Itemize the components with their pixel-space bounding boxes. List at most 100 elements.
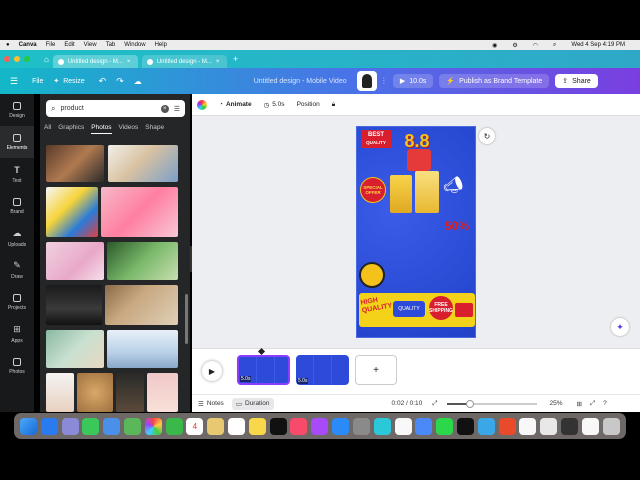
photo-thumb[interactable]: [77, 373, 113, 412]
refresh-icon[interactable]: ↻: [479, 128, 495, 144]
bottom-banner[interactable]: HIGH QUALITY QUALITY FREE SHIPPING: [359, 293, 475, 327]
quality-seal[interactable]: [359, 262, 385, 288]
finder-icon[interactable]: [19, 417, 37, 435]
textedit-icon[interactable]: [540, 417, 558, 435]
zoom-slider[interactable]: [447, 399, 538, 408]
menu-hamburger-icon[interactable]: ☰: [10, 76, 18, 87]
menu-file[interactable]: File: [46, 42, 56, 48]
wifi-icon[interactable]: ◠: [533, 42, 538, 49]
menu-window[interactable]: Window: [124, 42, 145, 48]
menu-edit[interactable]: Edit: [64, 42, 74, 48]
search-menubar-icon[interactable]: ⌕: [553, 42, 556, 49]
undo-icon[interactable]: ↶: [99, 76, 107, 87]
control-center-icon[interactable]: ⚙: [512, 42, 517, 49]
megaphone-icon[interactable]: 📣︎: [443, 175, 465, 195]
app-icon[interactable]: [498, 417, 516, 435]
clock-text[interactable]: Wed 4 Sep 4:19 PM: [571, 42, 625, 48]
best-quality-badge[interactable]: BEST QUALITY: [361, 130, 391, 148]
photo-thumb[interactable]: [147, 373, 178, 412]
minimize-window-icon[interactable]: [14, 56, 20, 62]
share-button[interactable]: ⇪ Share: [555, 74, 598, 88]
photo-thumb[interactable]: [105, 285, 178, 325]
calendar-icon[interactable]: 4: [186, 417, 204, 435]
color-wheel-icon[interactable]: [197, 99, 207, 110]
photo-thumb[interactable]: [116, 373, 144, 412]
page-duration-button[interactable]: ◷ 5.0s: [264, 101, 285, 109]
cloud-saved-icon[interactable]: ☁: [134, 77, 142, 86]
timeline-play-button[interactable]: ▶: [202, 361, 222, 381]
record-icon[interactable]: ◉: [492, 42, 497, 49]
appstore-icon[interactable]: [332, 417, 350, 435]
trash-icon[interactable]: [602, 417, 620, 435]
rail-item-projects[interactable]: Projects: [0, 286, 34, 318]
rail-item-draw[interactable]: ✎ Draw: [0, 254, 34, 286]
photo-thumb[interactable]: [46, 330, 104, 368]
rail-item-photos[interactable]: Photos: [0, 350, 34, 382]
clip-1[interactable]: 5.0s: [237, 355, 290, 385]
analytics-icon[interactable]: ⫶: [383, 76, 385, 87]
document-icon[interactable]: [581, 417, 599, 435]
photo-thumb[interactable]: [101, 187, 178, 237]
zoom-app-icon[interactable]: [415, 417, 433, 435]
telegram-icon[interactable]: [477, 417, 495, 435]
rail-item-text[interactable]: T Text: [0, 158, 34, 190]
safari-icon[interactable]: [40, 417, 58, 435]
mail-icon[interactable]: [103, 417, 121, 435]
fullscreen-icon[interactable]: ⤢: [590, 400, 595, 408]
rail-item-apps[interactable]: ⊞ Apps: [0, 318, 34, 350]
menu-app[interactable]: Canva: [19, 42, 37, 48]
browser-tab-2[interactable]: Untitled design - M... ×: [141, 55, 227, 68]
close-tab-icon[interactable]: ×: [127, 59, 131, 65]
clip-2[interactable]: 5.0s: [296, 355, 349, 385]
design-page[interactable]: BEST QUALITY 8.8 SPECIAL OFFER 📣︎ 50% HIG…: [356, 126, 476, 338]
grid-view-icon[interactable]: ⊞: [577, 400, 582, 408]
product-bag-2[interactable]: [415, 171, 439, 213]
help-icon[interactable]: ?: [603, 400, 607, 407]
menu-view[interactable]: View: [84, 42, 97, 48]
clear-search-icon[interactable]: ×: [160, 104, 169, 113]
photo-thumb[interactable]: [46, 373, 74, 412]
magic-assistant-icon[interactable]: ✦: [611, 318, 629, 336]
preview-icon[interactable]: [519, 417, 537, 435]
rail-item-elements[interactable]: Elements: [0, 126, 34, 158]
tab-photos[interactable]: Photos: [91, 124, 112, 134]
photo-thumb[interactable]: [108, 145, 178, 182]
maximize-window-icon[interactable]: [24, 56, 30, 62]
close-tab-icon[interactable]: ×: [216, 59, 220, 65]
music-icon[interactable]: [290, 417, 308, 435]
animate-button[interactable]: ◔ Animate: [219, 101, 252, 108]
filter-icon[interactable]: ☰: [174, 105, 180, 113]
contacts-icon[interactable]: [207, 417, 225, 435]
tab-graphics[interactable]: Graphics: [58, 124, 84, 134]
lock-icon[interactable]: 🔒︎: [332, 101, 335, 109]
gift-box-graphic[interactable]: [407, 149, 431, 171]
new-tab-button[interactable]: +: [233, 54, 238, 64]
search-input[interactable]: product: [60, 105, 155, 112]
appletv-icon[interactable]: [269, 417, 287, 435]
menu-tab[interactable]: Tab: [106, 42, 116, 48]
rail-item-uploads[interactable]: ☁ Uploads: [0, 222, 34, 254]
whatsapp-icon[interactable]: [436, 417, 454, 435]
photo-thumb[interactable]: [107, 330, 178, 368]
file-button[interactable]: File: [32, 78, 43, 85]
percent-text[interactable]: 50%: [445, 219, 475, 241]
notes-app-icon[interactable]: [248, 417, 266, 435]
menu-help[interactable]: Help: [155, 42, 167, 48]
maps-icon[interactable]: [123, 417, 141, 435]
notes-button[interactable]: ☰ Notes: [198, 400, 224, 408]
capcut-icon[interactable]: [456, 417, 474, 435]
add-page-button[interactable]: +: [355, 355, 397, 385]
photo-thumb[interactable]: [46, 285, 102, 325]
rail-item-brand[interactable]: Brand: [0, 190, 34, 222]
photo-thumb[interactable]: [46, 187, 98, 237]
photo-thumb[interactable]: [107, 242, 178, 280]
photo-thumb[interactable]: [46, 145, 104, 182]
resize-button[interactable]: ✦ Resize: [53, 77, 84, 86]
launchpad-icon[interactable]: [61, 417, 79, 435]
duration-toggle[interactable]: ▭ Duration: [231, 397, 274, 410]
tab-videos[interactable]: Videos: [119, 124, 139, 134]
rail-item-design[interactable]: Design: [0, 94, 34, 126]
fullscreen-time-icon[interactable]: ⤢: [432, 400, 437, 408]
close-window-icon[interactable]: [4, 56, 10, 62]
tab-all[interactable]: All: [44, 124, 51, 134]
